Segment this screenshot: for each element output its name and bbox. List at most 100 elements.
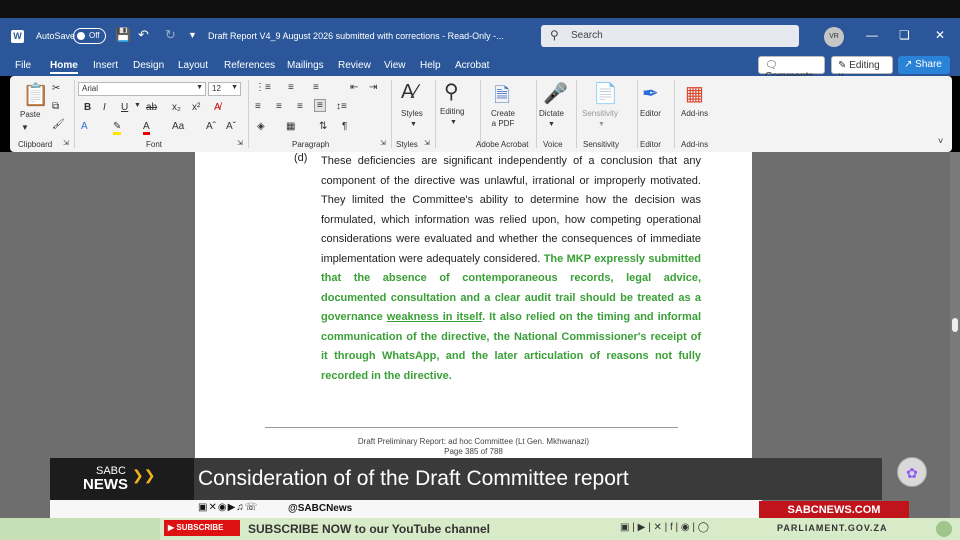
comments-button[interactable]: 🗨 Comments xyxy=(758,56,825,82)
copilot-icon[interactable]: ✿ xyxy=(897,457,927,487)
save-icon[interactable]: 💾 xyxy=(115,27,131,43)
justify-icon[interactable]: ≡ xyxy=(314,99,326,112)
microphone-icon[interactable]: 🎤 xyxy=(543,81,568,106)
search-input[interactable]: ⚲ Search xyxy=(541,25,799,47)
tab-design[interactable]: Design xyxy=(133,60,164,71)
whatsapp-icon: ☏ xyxy=(244,502,259,513)
add-ins-icon[interactable]: ▦ xyxy=(685,81,704,106)
show-marks-icon[interactable]: ¶ xyxy=(342,121,347,132)
clipboard-launcher-icon[interactable]: ⇲ xyxy=(63,139,69,147)
shading-icon[interactable]: ◈ xyxy=(257,121,265,132)
divider xyxy=(435,80,436,148)
bold-icon[interactable]: B xyxy=(84,102,91,113)
grow-font-icon[interactable]: Aˆ xyxy=(206,121,216,132)
align-left-icon[interactable]: ≡ xyxy=(255,101,261,112)
minimize-icon[interactable]: — xyxy=(866,28,878,42)
tab-mailings[interactable]: Mailings xyxy=(287,60,324,71)
redo-icon[interactable]: ↻ xyxy=(165,27,176,43)
share-icon: ↗ xyxy=(904,59,913,70)
tab-home[interactable]: Home xyxy=(50,60,78,74)
decrease-indent-icon[interactable]: ⇤ xyxy=(350,82,358,93)
add-ins-label: Add-ins xyxy=(681,109,709,118)
undo-icon[interactable]: ↶ xyxy=(138,27,149,43)
group-paragraph: Paragraph xyxy=(292,140,330,149)
group-font: Font xyxy=(146,140,163,149)
paste-icon[interactable]: 📋 xyxy=(22,82,49,108)
dictate-label: Dictate xyxy=(539,109,564,118)
font-name-field[interactable]: Arial ▼ xyxy=(78,82,206,96)
toggle-knob xyxy=(77,32,85,40)
font-color-icon[interactable]: A xyxy=(143,121,150,135)
page-footer: Draft Preliminary Report: ad hoc Committ… xyxy=(195,437,752,457)
highlight-icon[interactable]: ✎ xyxy=(113,121,122,135)
tab-file[interactable]: File xyxy=(15,60,31,71)
divider xyxy=(536,80,537,148)
tab-layout[interactable]: Layout xyxy=(178,60,208,71)
borders-icon[interactable]: ▦ xyxy=(286,121,295,132)
subscript-icon[interactable]: x₂ xyxy=(172,102,181,113)
tab-references[interactable]: References xyxy=(224,60,275,71)
tab-help[interactable]: Help xyxy=(420,60,441,71)
avatar[interactable]: VR xyxy=(824,27,844,47)
dictate-dropdown-icon[interactable]: ▼ xyxy=(548,121,555,128)
editing-mode-button[interactable]: ✎ Editing ˅ xyxy=(831,56,893,82)
increase-indent-icon[interactable]: ⇥ xyxy=(369,82,377,93)
strikethrough-icon[interactable]: ab xyxy=(146,102,157,113)
sort-icon[interactable]: ⇅ xyxy=(319,121,327,132)
shrink-font-icon[interactable]: Aˇ xyxy=(226,121,236,132)
scrollbar-thumb[interactable] xyxy=(952,318,958,332)
align-right-icon[interactable]: ≡ xyxy=(297,101,303,112)
x-icon: ✕ xyxy=(208,502,218,513)
tab-review[interactable]: Review xyxy=(338,60,371,71)
editor-icon[interactable]: ✒ xyxy=(642,81,659,106)
ribbon-collapse-icon[interactable]: ˅ xyxy=(938,136,943,146)
sensitivity-dropdown-icon[interactable]: ▼ xyxy=(598,121,605,128)
styles-icon[interactable]: A∕ xyxy=(401,81,418,104)
editing-dropdown-icon[interactable]: ▼ xyxy=(450,119,457,126)
document-page[interactable]: (d) These deficiencies are significant i… xyxy=(195,152,752,472)
superscript-icon[interactable]: x² xyxy=(192,102,200,113)
underline-dropdown-icon[interactable]: ▼ xyxy=(134,102,141,109)
inserted-text-underlined: weakness in itself xyxy=(386,311,483,323)
italic-icon[interactable]: I xyxy=(103,102,106,113)
vertical-scrollbar[interactable] xyxy=(950,152,960,520)
divider xyxy=(74,80,75,148)
cut-icon[interactable]: ✂ xyxy=(52,83,60,94)
numbering-icon[interactable]: ≡ xyxy=(288,82,294,93)
group-clipboard: Clipboard xyxy=(18,140,53,149)
copy-icon[interactable]: ⧉ xyxy=(52,101,59,112)
align-center-icon[interactable]: ≡ xyxy=(276,101,282,112)
screen: W AutoSave Off 💾 ↶ ↻ ▼ Draft Report V4_9… xyxy=(0,0,960,540)
clear-formatting-icon[interactable]: A̸ xyxy=(214,102,221,113)
format-painter-icon[interactable]: 🖌 xyxy=(52,119,65,130)
text-effects-icon[interactable]: A xyxy=(81,121,88,132)
sensitivity-icon[interactable]: 📄 xyxy=(593,81,618,106)
restore-icon[interactable]: ❏ xyxy=(899,28,910,42)
divider xyxy=(674,80,675,148)
font-launcher-icon[interactable]: ⇲ xyxy=(237,139,243,147)
change-case-icon[interactable]: Aa xyxy=(172,121,184,132)
line-spacing-icon[interactable]: ↕≡ xyxy=(336,101,347,112)
bullets-icon[interactable]: ⋮≡ xyxy=(255,82,271,93)
styles-launcher-icon[interactable]: ⇲ xyxy=(424,139,430,147)
paragraph-launcher-icon[interactable]: ⇲ xyxy=(380,139,386,147)
quick-access-dropdown-icon[interactable]: ▼ xyxy=(188,30,197,40)
editing-label: Editing xyxy=(440,107,465,116)
ticker-bar: ▶ SUBSCRIBE SUBSCRIBE NOW to our YouTube… xyxy=(0,518,960,540)
underline-icon[interactable]: U xyxy=(121,102,128,113)
find-icon[interactable]: ⚲ xyxy=(444,79,459,104)
tab-acrobat[interactable]: Acrobat xyxy=(455,60,489,71)
autosave-toggle[interactable]: Off xyxy=(73,28,106,44)
tab-view[interactable]: View xyxy=(384,60,406,71)
share-button[interactable]: ↗ Share xyxy=(898,56,950,74)
styles-dropdown-icon[interactable]: ▼ xyxy=(410,121,417,128)
close-icon[interactable]: ✕ xyxy=(935,28,945,42)
font-name-value: Arial xyxy=(82,84,99,93)
paragraph-text: These deficiencies are significant indep… xyxy=(321,155,701,265)
font-size-field[interactable]: 12 ▼ xyxy=(208,82,241,96)
multilevel-list-icon[interactable]: ≡ xyxy=(313,82,319,93)
tab-insert[interactable]: Insert xyxy=(93,60,118,71)
title-bar: W AutoSave Off 💾 ↶ ↻ ▼ Draft Report V4_9… xyxy=(0,18,960,56)
paste-dropdown-icon[interactable]: ▼ xyxy=(21,123,29,132)
document-title: Draft Report V4_9 August 2026 submitted … xyxy=(208,31,504,41)
